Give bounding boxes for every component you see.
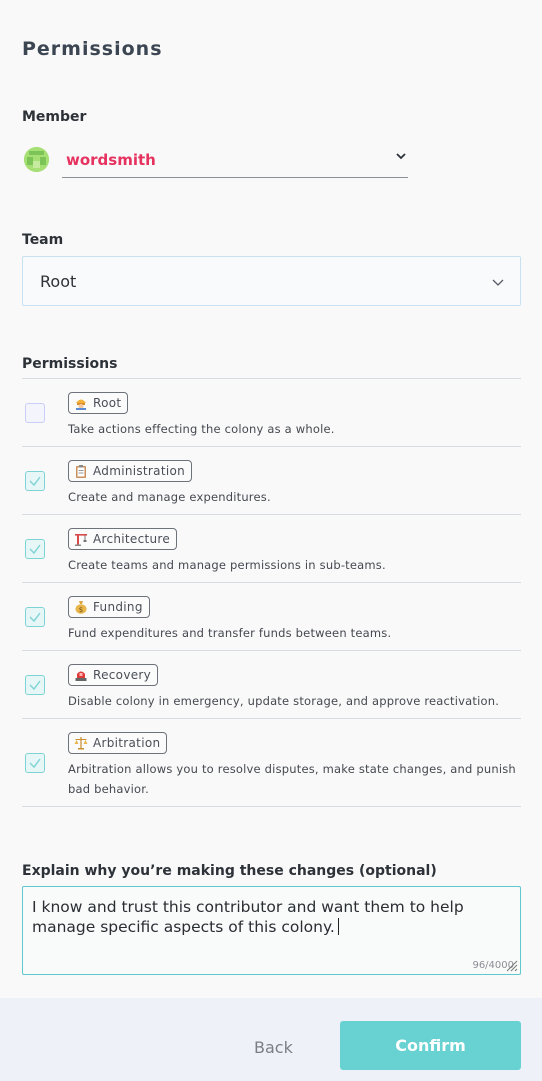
checkmark-icon [29, 758, 41, 769]
team-select[interactable]: Root [22, 256, 521, 306]
member-label: Member [22, 109, 87, 125]
permissions-label: Permissions [22, 356, 118, 372]
annotation-textarea[interactable]: I know and trust this contributor and wa… [22, 886, 521, 975]
dialog-footer: Back Confirm [0, 998, 542, 1081]
member-select[interactable]: wordsmith [62, 143, 408, 178]
team-value: Root [40, 272, 77, 291]
permission-description: Create teams and manage permissions in s… [68, 558, 386, 572]
permission-checkbox-architecture[interactable] [25, 539, 45, 559]
text-caret [337, 918, 339, 935]
permission-row-architecture: Architecture Create teams and manage per… [22, 515, 521, 583]
permission-description: Fund expenditures and transfer funds bet… [68, 626, 392, 640]
permission-name: Architecture [93, 532, 171, 546]
avatar [24, 147, 49, 172]
checkmark-icon [29, 476, 41, 487]
checkmark-icon [29, 544, 41, 555]
permission-name: Arbitration [93, 736, 161, 750]
permission-row-arbitration: Arbitration Arbitration allows you to re… [22, 719, 521, 807]
permission-checkbox-recovery[interactable] [25, 675, 45, 695]
permission-name: Administration [93, 464, 186, 478]
crane-icon [75, 534, 87, 546]
permission-description: Create and manage expenditures. [68, 490, 271, 504]
permission-checkbox-administration[interactable] [25, 471, 45, 491]
permission-checkbox-funding[interactable] [25, 607, 45, 627]
permission-tag-recovery: Recovery [68, 664, 159, 686]
member-name: wordsmith [66, 151, 156, 169]
permissions-list: Root Take actions effecting the colony a… [22, 378, 521, 807]
permission-tag-root: Root [68, 392, 129, 414]
permission-description: Disable colony in emergency, update stor… [68, 694, 500, 708]
permission-tag-administration: Administration [68, 460, 193, 482]
permission-checkbox-root[interactable] [25, 403, 45, 423]
permission-name: Root [93, 396, 122, 410]
permission-row-recovery: Recovery Disable colony in emergency, up… [22, 651, 521, 719]
dialog-title: Permissions [22, 38, 163, 60]
scales-icon [74, 737, 88, 750]
permission-tag-funding: $ Funding [68, 596, 150, 618]
annotation-text: I know and trust this contributor and wa… [32, 898, 464, 936]
permission-row-administration: Administration Create and manage expendi… [22, 447, 521, 515]
confirm-button[interactable]: Confirm [340, 1021, 521, 1070]
siren-icon [75, 671, 87, 681]
chevron-down-icon [492, 279, 504, 286]
back-button[interactable]: Back [254, 1038, 293, 1057]
team-label: Team [22, 232, 64, 248]
permission-description: Take actions effecting the colony as a w… [68, 422, 335, 436]
svg-text:$: $ [79, 606, 83, 614]
permission-name: Recovery [93, 668, 152, 682]
permission-tag-architecture: Architecture [68, 528, 178, 550]
permission-checkbox-arbitration[interactable] [25, 753, 45, 773]
resize-handle-icon[interactable] [504, 958, 518, 972]
permission-row-funding: $ Funding Fund expenditures and transfer… [22, 583, 521, 651]
permission-tag-arbitration: Arbitration [68, 732, 168, 754]
checkmark-icon [29, 680, 41, 691]
chevron-down-icon [396, 153, 406, 160]
permission-description: Arbitration allows you to resolve disput… [68, 762, 516, 796]
clipboard-icon [76, 465, 86, 478]
construction-worker-icon [76, 399, 86, 410]
money-bag-icon: $ [75, 601, 87, 614]
permission-row-root: Root Take actions effecting the colony a… [22, 379, 521, 447]
checkmark-icon [29, 612, 41, 623]
annotation-label: Explain why you’re making these changes … [22, 863, 437, 879]
permission-name: Funding [93, 600, 143, 614]
